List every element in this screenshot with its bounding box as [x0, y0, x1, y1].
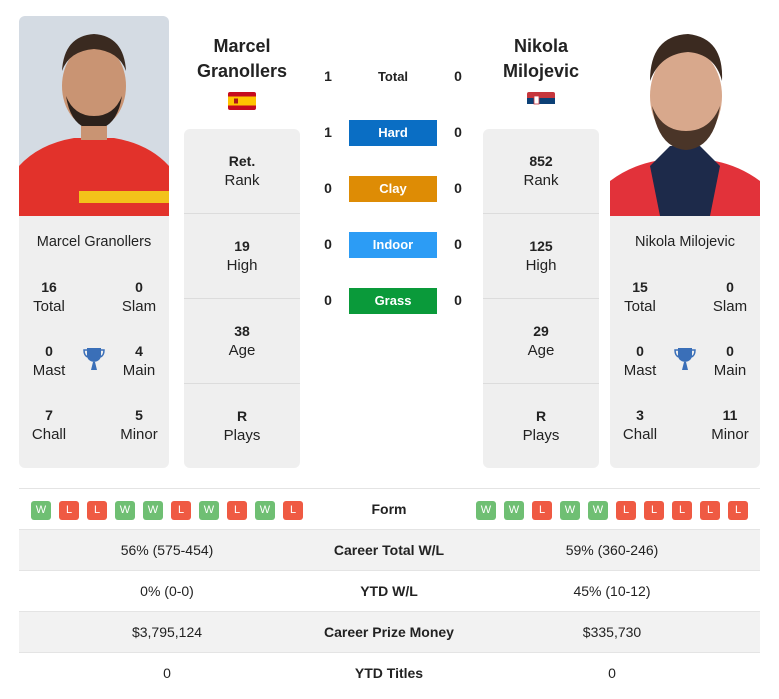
comparison-label: Career Prize Money [324, 624, 454, 640]
player1-titles-card: Marcel Granollers 16 Total 0 Slam 0 Mast… [19, 216, 169, 468]
comparison-label: YTD Titles [354, 665, 424, 681]
player2-titles-minor: 11 Minor [711, 407, 749, 443]
h2h-p1-value: 1 [324, 68, 332, 84]
player1-value: 0 [163, 665, 171, 681]
player2-titles-main: 0 Main [713, 343, 747, 379]
player1-full-name: Marcel Granollers [36, 234, 152, 250]
form-badge[interactable]: W [588, 501, 608, 520]
h2h-row-total: 1 Total 0 [310, 64, 470, 90]
comparison-label: Career Total W/L [333, 542, 445, 558]
player1-value: $3,795,124 [131, 624, 203, 640]
player1-photo [19, 16, 169, 216]
player2-full-name: Nikola Milojevic [635, 234, 735, 250]
form-badge[interactable]: W [199, 501, 219, 520]
player2-value: 45% (10-12) [573, 583, 651, 599]
player1-titles-main: 4 Main [122, 343, 156, 379]
spain-flag-icon [228, 92, 256, 110]
surface-badge-clay[interactable]: Clay [349, 176, 437, 202]
player2-titles-card: Nikola Milojevic 15 Total 0 Slam 0 Mast … [610, 216, 760, 468]
player2-titles-slam: 0 Slam [712, 279, 748, 315]
player2-plays: R Plays [483, 383, 599, 468]
h2h-p2-value: 0 [454, 68, 462, 84]
player1-rank: Ret. Rank [224, 153, 260, 189]
form-badge[interactable]: W [476, 501, 496, 520]
player2-titles-total: 15 Total [624, 279, 656, 315]
player2-rank: 852 Rank [523, 153, 559, 189]
h2h-p2-value: 0 [454, 292, 462, 308]
h2h-p1-value: 0 [324, 236, 332, 252]
form-badge[interactable]: L [644, 501, 664, 520]
h2h-row-clay: 0 Clay 0 [310, 176, 470, 202]
h2h-p1-value: 0 [324, 292, 332, 308]
form-badge[interactable]: L [87, 501, 107, 520]
player2-value: 0 [608, 665, 616, 681]
comparison-label: YTD W/L [360, 583, 418, 599]
h2h-p2-value: 0 [454, 124, 462, 140]
player2-high: 125 High [483, 213, 599, 298]
player1-titles-chall: 7 Chall [31, 407, 67, 443]
player1-name-first[interactable]: Marcel [172, 34, 312, 59]
form-label: Form [371, 501, 407, 517]
comparison-row-career-wl: 56% (575-454) Career Total W/L 59% (360-… [19, 530, 760, 571]
form-badge[interactable]: L [171, 501, 191, 520]
player1-titles-total: 16 Total [33, 279, 65, 315]
form-badge[interactable]: W [504, 501, 524, 520]
form-badge[interactable]: L [700, 501, 720, 520]
comparison-row-ytd-wl: 0% (0-0) YTD W/L 45% (10-12) [19, 571, 760, 612]
form-badge[interactable]: W [255, 501, 275, 520]
form-badge[interactable]: L [616, 501, 636, 520]
h2h-p1-value: 1 [324, 124, 332, 140]
player2-value: 59% (360-246) [565, 542, 659, 558]
player1-info-card: Ret. Rank 19 High 38 Age R Plays [184, 129, 300, 468]
player1-high: 19 High [184, 213, 300, 298]
h2h-surface-label: Total [377, 69, 409, 84]
form-badge[interactable]: L [532, 501, 552, 520]
form-badge[interactable]: W [115, 501, 135, 520]
player2-titles-mast: 0 Mast [623, 343, 657, 379]
form-badge[interactable]: L [283, 501, 303, 520]
player1-value: 56% (575-454) [120, 542, 214, 558]
serbia-flag-icon [527, 92, 555, 110]
h2h-row-hard: 1 Hard 0 [310, 120, 470, 146]
form-badge[interactable]: W [143, 501, 163, 520]
form-badge[interactable]: L [59, 501, 79, 520]
form-badge[interactable]: L [672, 501, 692, 520]
player1-form: W L L W W L W L W L [31, 501, 303, 520]
trophy-icon [82, 346, 106, 372]
form-badge[interactable]: W [31, 501, 51, 520]
h2h-p1-value: 0 [324, 180, 332, 196]
surface-badge-hard[interactable]: Hard [349, 120, 437, 146]
form-badge[interactable]: L [227, 501, 247, 520]
player1-value: 0% (0-0) [140, 583, 194, 599]
h2h-row-grass: 0 Grass 0 [310, 288, 470, 314]
h2h-p2-value: 0 [454, 236, 462, 252]
player2-form: W W L W W L L L L L [476, 501, 748, 520]
player1-titles-minor: 5 Minor [120, 407, 158, 443]
player2-age: 29 Age [483, 298, 599, 383]
player2-titles-chall: 3 Chall [622, 407, 658, 443]
comparison-row-prize-money: $3,795,124 Career Prize Money $335,730 [19, 612, 760, 653]
player2-info-card: 852 Rank 125 High 29 Age R Plays [483, 129, 599, 468]
player2-name-first[interactable]: Nikola [471, 34, 611, 59]
comparison-row-ytd-titles: 0 YTD Titles 0 [19, 653, 760, 694]
player1-name-last[interactable]: Granollers [172, 59, 312, 84]
h2h-p2-value: 0 [454, 180, 462, 196]
player1-titles-slam: 0 Slam [121, 279, 157, 315]
form-row: W L L W W L W L W L Form W W L W W L L L… [19, 488, 760, 530]
surface-badge-grass[interactable]: Grass [349, 288, 437, 314]
player1-age: 38 Age [184, 298, 300, 383]
player1-titles-mast: 0 Mast [32, 343, 66, 379]
trophy-icon [673, 346, 697, 372]
player2-photo [610, 16, 760, 216]
player2-header: Nikola Milojevic [471, 34, 611, 110]
surface-badge-indoor[interactable]: Indoor [349, 232, 437, 258]
player2-value: $335,730 [582, 624, 642, 640]
player1-plays: R Plays [184, 383, 300, 468]
player2-name-last[interactable]: Milojevic [471, 59, 611, 84]
form-badge[interactable]: L [728, 501, 748, 520]
player1-header: Marcel Granollers [172, 34, 312, 110]
form-badge[interactable]: W [560, 501, 580, 520]
h2h-row-indoor: 0 Indoor 0 [310, 232, 470, 258]
